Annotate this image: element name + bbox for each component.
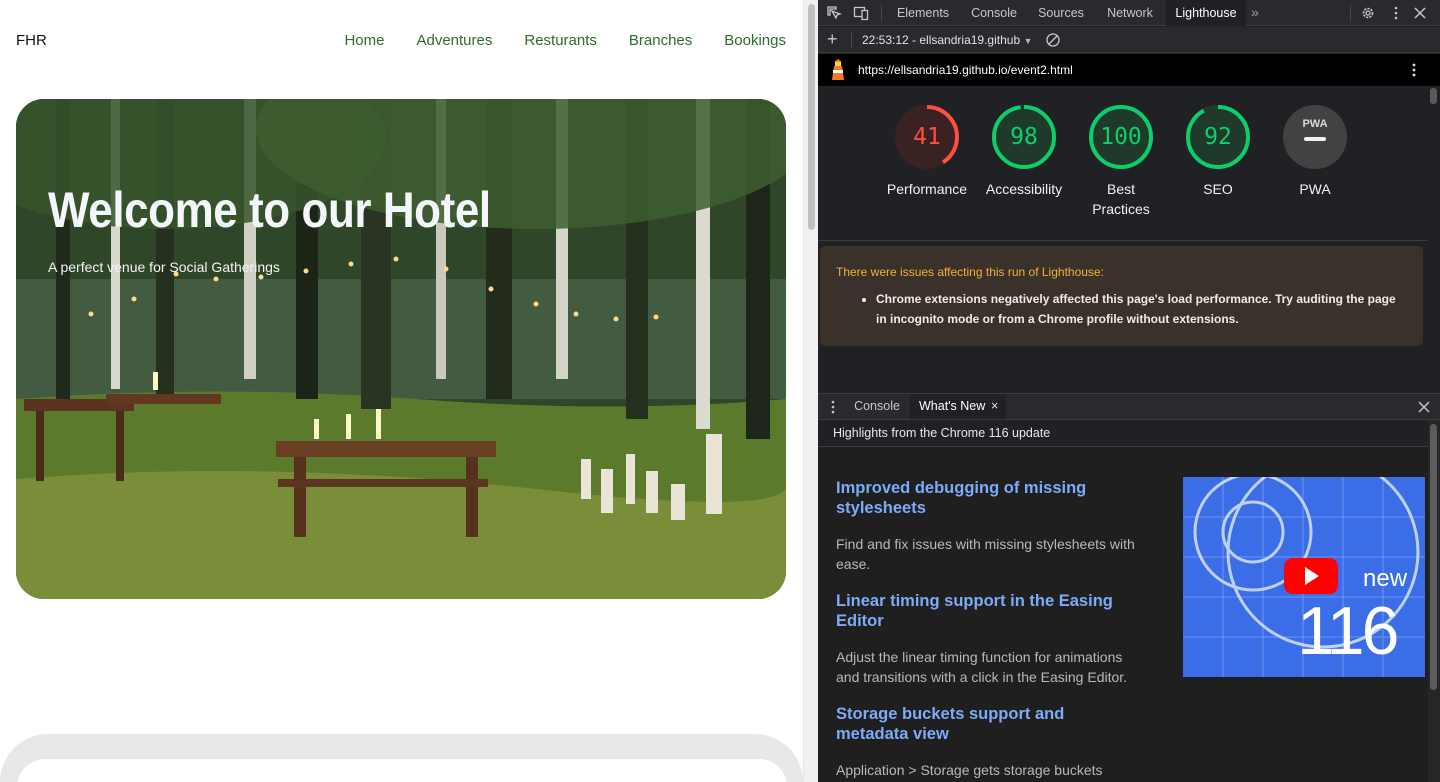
section-card: [17, 759, 787, 782]
toolbar-separator: [881, 5, 882, 21]
drawer-tab-whats-new[interactable]: What's New ×: [910, 394, 1006, 419]
report-url-bar: https://ellsandria19.github.io/event2.ht…: [818, 54, 1440, 86]
warning-item: Chrome extensions negatively affected th…: [876, 289, 1407, 329]
hero-subtitle: A perfect venue for Social Gatherings: [48, 259, 280, 275]
promo-version-number: 116: [1297, 593, 1399, 669]
score-gauge-seo[interactable]: 92 SEO: [1168, 103, 1268, 199]
device-toolbar-icon[interactable]: [853, 5, 869, 21]
gauge-label: SEO: [1203, 181, 1233, 197]
close-devtools-icon[interactable]: [1412, 5, 1428, 21]
runtime-warning-box: There were issues affecting this run of …: [820, 246, 1423, 346]
warning-list: Chrome extensions negatively affected th…: [836, 289, 1407, 329]
whats-new-scrollbar[interactable]: [1428, 420, 1440, 782]
toolbar-separator: [851, 32, 852, 48]
gauge-label: Performance: [886, 181, 968, 197]
devtools-tabbar: Elements Console Sources Network Lightho…: [818, 0, 1440, 26]
hero-forest-image: [16, 99, 786, 599]
devtools-panel: Elements Console Sources Network Lightho…: [818, 0, 1440, 782]
nav-link-adventures[interactable]: Adventures: [416, 32, 492, 49]
report-selector-label: 22:53:12 - ellsandria19.github: [862, 33, 1021, 47]
lighthouse-logo-icon: [832, 59, 844, 80]
page-scrollbar-thumb[interactable]: [808, 4, 815, 230]
gauge-label: PWA: [1299, 181, 1331, 197]
kebab-menu-icon[interactable]: [1388, 5, 1404, 21]
warning-title: There were issues affecting this run of …: [836, 265, 1104, 279]
tab-network[interactable]: Network: [1099, 0, 1161, 26]
gauge-score: 98: [1010, 124, 1038, 150]
lighthouse-toolbar: + 22:53:12 - ellsandria19.github ▼: [818, 27, 1440, 53]
feature-title-missing-stylesheets[interactable]: Improved debugging of missing stylesheet…: [836, 478, 1136, 518]
new-report-plus-icon[interactable]: +: [827, 29, 838, 50]
gauge-ring: 41: [893, 103, 961, 171]
gauge-ring: 98: [990, 103, 1058, 171]
score-gauge-pwa[interactable]: PWA PWA: [1265, 103, 1365, 199]
gauge-label: Best Practices: [1092, 181, 1150, 217]
score-gauge-accessibility[interactable]: 98 Accessibility: [974, 103, 1074, 199]
close-tab-icon[interactable]: ×: [991, 394, 998, 419]
clear-block-icon[interactable]: [1045, 32, 1061, 48]
gauge-score: 92: [1204, 124, 1232, 150]
dropdown-caret-icon: ▼: [1023, 36, 1033, 46]
feature-title-linear-timing[interactable]: Linear timing support in the Easing Edit…: [836, 591, 1136, 631]
lighthouse-report: 41 Performance 98 Accessibility 100 Best Prac…: [818, 87, 1440, 392]
score-gauge-best-practices[interactable]: 100 Best Practices: [1071, 103, 1171, 219]
gauge-ring: PWA: [1281, 103, 1349, 171]
close-drawer-icon[interactable]: [1418, 401, 1430, 413]
site-navbar: FHR Home Adventures Resturants Branches …: [0, 0, 803, 82]
nav-link-branches[interactable]: Branches: [629, 32, 692, 49]
toolbar-separator: [1350, 5, 1351, 21]
hero-banner: Welcome to our Hotel A perfect venue for…: [16, 99, 786, 599]
report-url[interactable]: https://ellsandria19.github.io/event2.ht…: [858, 63, 1073, 77]
feature-title-storage-buckets[interactable]: Storage buckets support and metadata vie…: [836, 704, 1136, 744]
drawer-menu-icon[interactable]: [830, 400, 836, 414]
report-divider: [818, 240, 1428, 241]
whats-new-content: Improved debugging of missing stylesheet…: [818, 448, 1428, 782]
settings-gear-icon[interactable]: [1360, 5, 1376, 21]
page-scrollbar[interactable]: [803, 0, 818, 782]
inspect-element-icon[interactable]: [826, 5, 842, 21]
feature-desc-missing-stylesheets: Find and fix issues with missing stylesh…: [836, 536, 1135, 572]
feature-desc-linear-timing: Adjust the linear timing function for an…: [836, 649, 1128, 685]
chrome-116-video-thumbnail[interactable]: new 116: [1183, 477, 1425, 677]
promo-word: new: [1363, 565, 1408, 592]
whats-new-heading: Highlights from the Chrome 116 update: [818, 420, 1428, 447]
website-viewport: FHR Home Adventures Resturants Branches …: [0, 0, 803, 782]
gauge-score: 100: [1100, 124, 1142, 150]
report-scrollbar-thumb[interactable]: [1430, 88, 1437, 104]
tab-sources[interactable]: Sources: [1032, 0, 1090, 26]
nav-link-bookings[interactable]: Bookings: [724, 32, 786, 49]
nav-link-home[interactable]: Home: [344, 32, 384, 49]
feature-desc-storage-buckets: Application > Storage gets storage bucke…: [836, 762, 1103, 778]
gauge-score: 41: [913, 124, 941, 150]
gauge-score: [1281, 103, 1349, 171]
tab-elements[interactable]: Elements: [890, 0, 956, 26]
site-brand[interactable]: FHR: [16, 32, 47, 49]
report-selector[interactable]: 22:53:12 - ellsandria19.github ▼: [862, 33, 1032, 47]
tab-lighthouse[interactable]: Lighthouse: [1166, 0, 1246, 26]
drawer-tabbar: Console What's New ×: [818, 393, 1440, 420]
hero-title: Welcome to our Hotel: [48, 182, 491, 238]
more-tabs-icon[interactable]: »: [1251, 4, 1259, 20]
report-menu-icon[interactable]: [1408, 62, 1420, 78]
drawer-tab-whats-new-label: What's New: [919, 399, 986, 413]
gauge-ring: 100: [1087, 103, 1155, 171]
nav-link-resturants[interactable]: Resturants: [524, 32, 597, 49]
gauge-label: Accessibility: [985, 181, 1063, 197]
whats-new-scrollbar-thumb[interactable]: [1430, 424, 1437, 690]
score-gauge-performance[interactable]: 41 Performance: [877, 103, 977, 199]
site-nav-links: Home Adventures Resturants Branches Book…: [344, 32, 786, 49]
gauge-ring: 92: [1184, 103, 1252, 171]
tab-console[interactable]: Console: [964, 0, 1024, 26]
drawer-tab-console[interactable]: Console: [848, 394, 906, 419]
